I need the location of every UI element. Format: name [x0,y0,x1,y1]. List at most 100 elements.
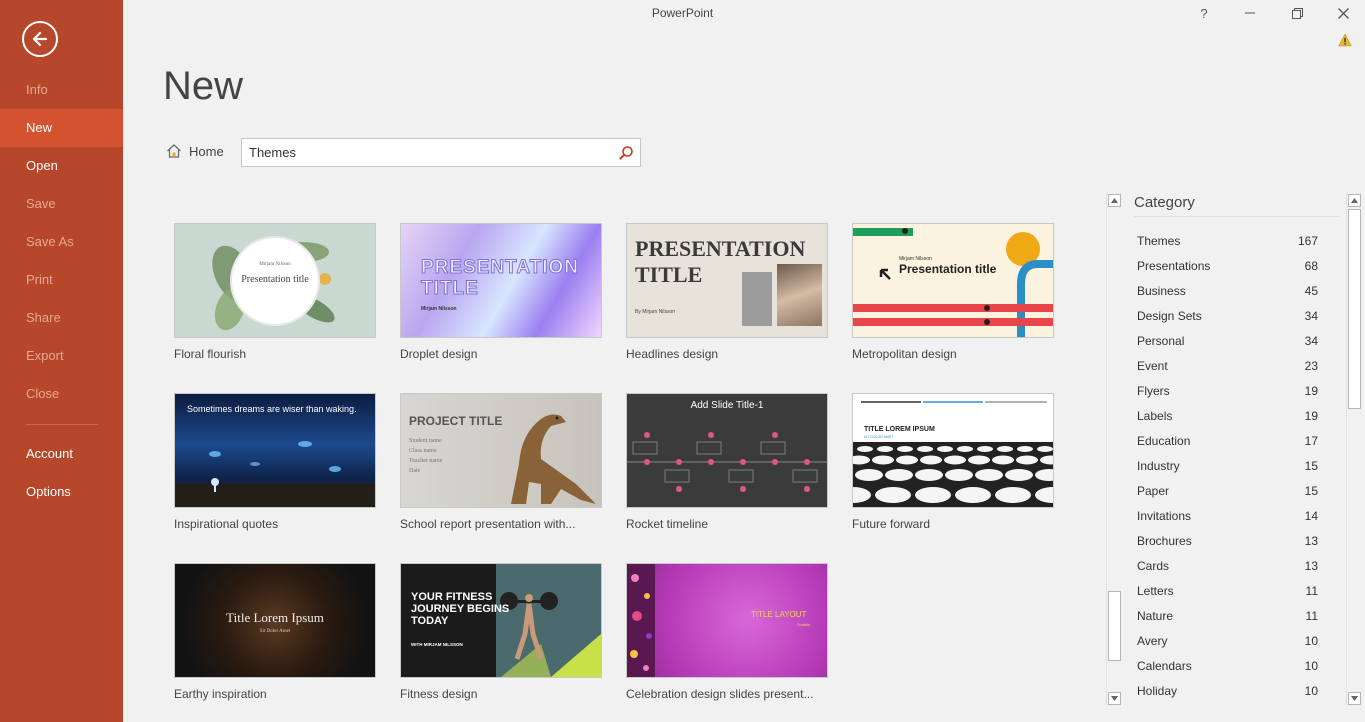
category-scroll-down[interactable] [1348,692,1361,705]
category-count: 34 [1305,334,1318,348]
template-rocket-timeline[interactable]: Add Slide Title-1 Rocket timeline [626,393,828,531]
back-arrow-icon [30,29,50,49]
category-name: Business [1137,284,1186,298]
category-name: Flyers [1137,384,1170,398]
category-name: Presentations [1137,259,1210,273]
category-item[interactable]: Calendars10 [1130,653,1335,678]
category-item[interactable]: Business 45 [1130,278,1335,303]
template-droplet-design[interactable]: PRESENTATION TITLE Mirjam Nilsson Drople… [400,223,602,361]
home-link-label: Home [189,144,224,159]
category-item[interactable]: Flyers19 [1130,378,1335,403]
warning-icon[interactable] [1338,33,1352,47]
templates-scroll-thumb[interactable] [1108,591,1121,661]
category-count: 23 [1305,359,1318,373]
templates-scrollbar[interactable] [1106,193,1122,706]
category-count: 11 [1306,609,1318,623]
template-search-input[interactable] [242,139,602,166]
search-icon[interactable] [618,145,634,161]
nav-open[interactable]: Open [0,147,123,185]
templates-scroll-down[interactable] [1108,692,1121,705]
category-count: 45 [1305,284,1318,298]
thumb-subtitle: SIT DOLOR AMET [864,435,893,439]
nav-info[interactable]: Info [0,71,123,109]
template-celebration-design[interactable]: TITLE LAYOUT Subtitle Celebration design… [626,563,828,701]
category-name: Brochures [1137,534,1192,548]
thumb-photo [777,264,822,326]
category-count: 11 [1306,584,1318,598]
template-inspirational-quotes[interactable]: Sometimes dreams are wiser than waking. … [174,393,376,531]
template-label: School report presentation with... [400,517,602,531]
category-item[interactable]: Nature11 [1130,603,1335,628]
thumb-title: PROJECT TITLE [409,414,502,428]
close-window-button[interactable] [1331,2,1355,24]
restore-button[interactable] [1285,2,1309,24]
category-count: 19 [1305,409,1318,423]
nav-divider [26,424,98,425]
help-button[interactable]: ? [1192,2,1216,24]
category-item[interactable]: Brochures13 [1130,528,1335,553]
nav-share[interactable]: Share [0,299,123,337]
category-divider [1134,216,1340,217]
category-item[interactable]: Letters11 [1130,578,1335,603]
thumb-title: YOUR FITNESS JOURNEY BEGINS TODAY [411,591,511,627]
minimize-button[interactable] [1238,2,1262,24]
category-item[interactable]: Design Sets34 [1130,303,1335,328]
page-title: New [163,64,243,109]
nav-save[interactable]: Save [0,185,123,223]
template-future-forward[interactable]: TITLE LOREM IPSUM SIT DOLOR AMET Future … [852,393,1054,531]
template-floral-flourish[interactable]: Mirjam Nilsson Presentation title Floral… [174,223,376,361]
template-thumbnail: PRESENTATION TITLE Mirjam Nilsson [400,223,602,338]
category-item[interactable]: Cards13 [1130,553,1335,578]
template-label: Droplet design [400,347,602,361]
category-item[interactable]: Personal34 [1130,328,1335,353]
template-school-report[interactable]: PROJECT TITLE Student name Class name Te… [400,393,602,531]
template-label: Celebration design slides present... [626,687,828,701]
category-item[interactable]: Industry15 [1130,453,1335,478]
category-count: 15 [1305,459,1318,473]
category-item[interactable]: Education17 [1130,428,1335,453]
category-item[interactable]: Avery10 [1130,628,1335,653]
category-item[interactable]: Themes167 [1130,228,1335,253]
nav-new[interactable]: New [0,109,123,147]
home-link[interactable]: Home [166,143,224,159]
minimize-icon [1245,8,1255,18]
template-label: Fitness design [400,687,602,701]
metropolitan-art [853,224,1053,337]
nav-export[interactable]: Export [0,337,123,375]
template-thumbnail: Sometimes dreams are wiser than waking. [174,393,376,508]
thumb-title: PRESENTATION TITLE [421,257,601,299]
category-count: 10 [1305,684,1318,698]
nav-print[interactable]: Print [0,261,123,299]
category-scroll-thumb[interactable] [1348,209,1361,409]
category-scroll-up[interactable] [1348,194,1361,207]
thumb-title: Sometimes dreams are wiser than waking. [187,402,367,417]
nav-save-as-label: Save As [26,234,74,249]
nav-options[interactable]: Options [0,473,123,511]
template-thumbnail: Mirjam Nilsson Presentation title [852,223,1054,338]
category-item[interactable]: Labels19 [1130,403,1335,428]
category-name: Calendars [1137,659,1192,673]
thumb-subtitle: Subtitle [797,622,810,627]
category-name: Invitations [1137,509,1191,523]
nav-account[interactable]: Account [0,435,123,473]
scroll-up-icon [1351,198,1358,203]
nav-save-as[interactable]: Save As [0,223,123,261]
nav-close[interactable]: Close [0,375,123,413]
category-item[interactable]: Event23 [1130,353,1335,378]
category-item[interactable]: Presentations68 [1130,253,1335,278]
back-button[interactable] [22,21,58,57]
template-earthy-inspiration[interactable]: Title Lorem Ipsum Sit Dolor Amet Earthy … [174,563,376,701]
backstage-sidebar: Info New Open Save Save As Print Share E… [0,0,123,722]
templates-scroll-up[interactable] [1108,194,1121,207]
nav-save-label: Save [26,196,56,211]
category-item[interactable]: Paper15 [1130,478,1335,503]
template-thumbnail: YOUR FITNESS JOURNEY BEGINS TODAY WITH M… [400,563,602,678]
template-metropolitan-design[interactable]: Mirjam Nilsson Presentation title Metrop… [852,223,1054,361]
category-count: 167 [1298,234,1318,248]
category-item[interactable]: Invitations14 [1130,503,1335,528]
template-headlines-design[interactable]: PRESENTATION TITLE By Mirjam Nilsson Hea… [626,223,828,361]
template-label: Inspirational quotes [174,517,376,531]
category-item[interactable]: Holiday10 [1130,678,1335,703]
category-scrollbar[interactable] [1346,193,1362,706]
template-fitness-design[interactable]: YOUR FITNESS JOURNEY BEGINS TODAY WITH M… [400,563,602,701]
